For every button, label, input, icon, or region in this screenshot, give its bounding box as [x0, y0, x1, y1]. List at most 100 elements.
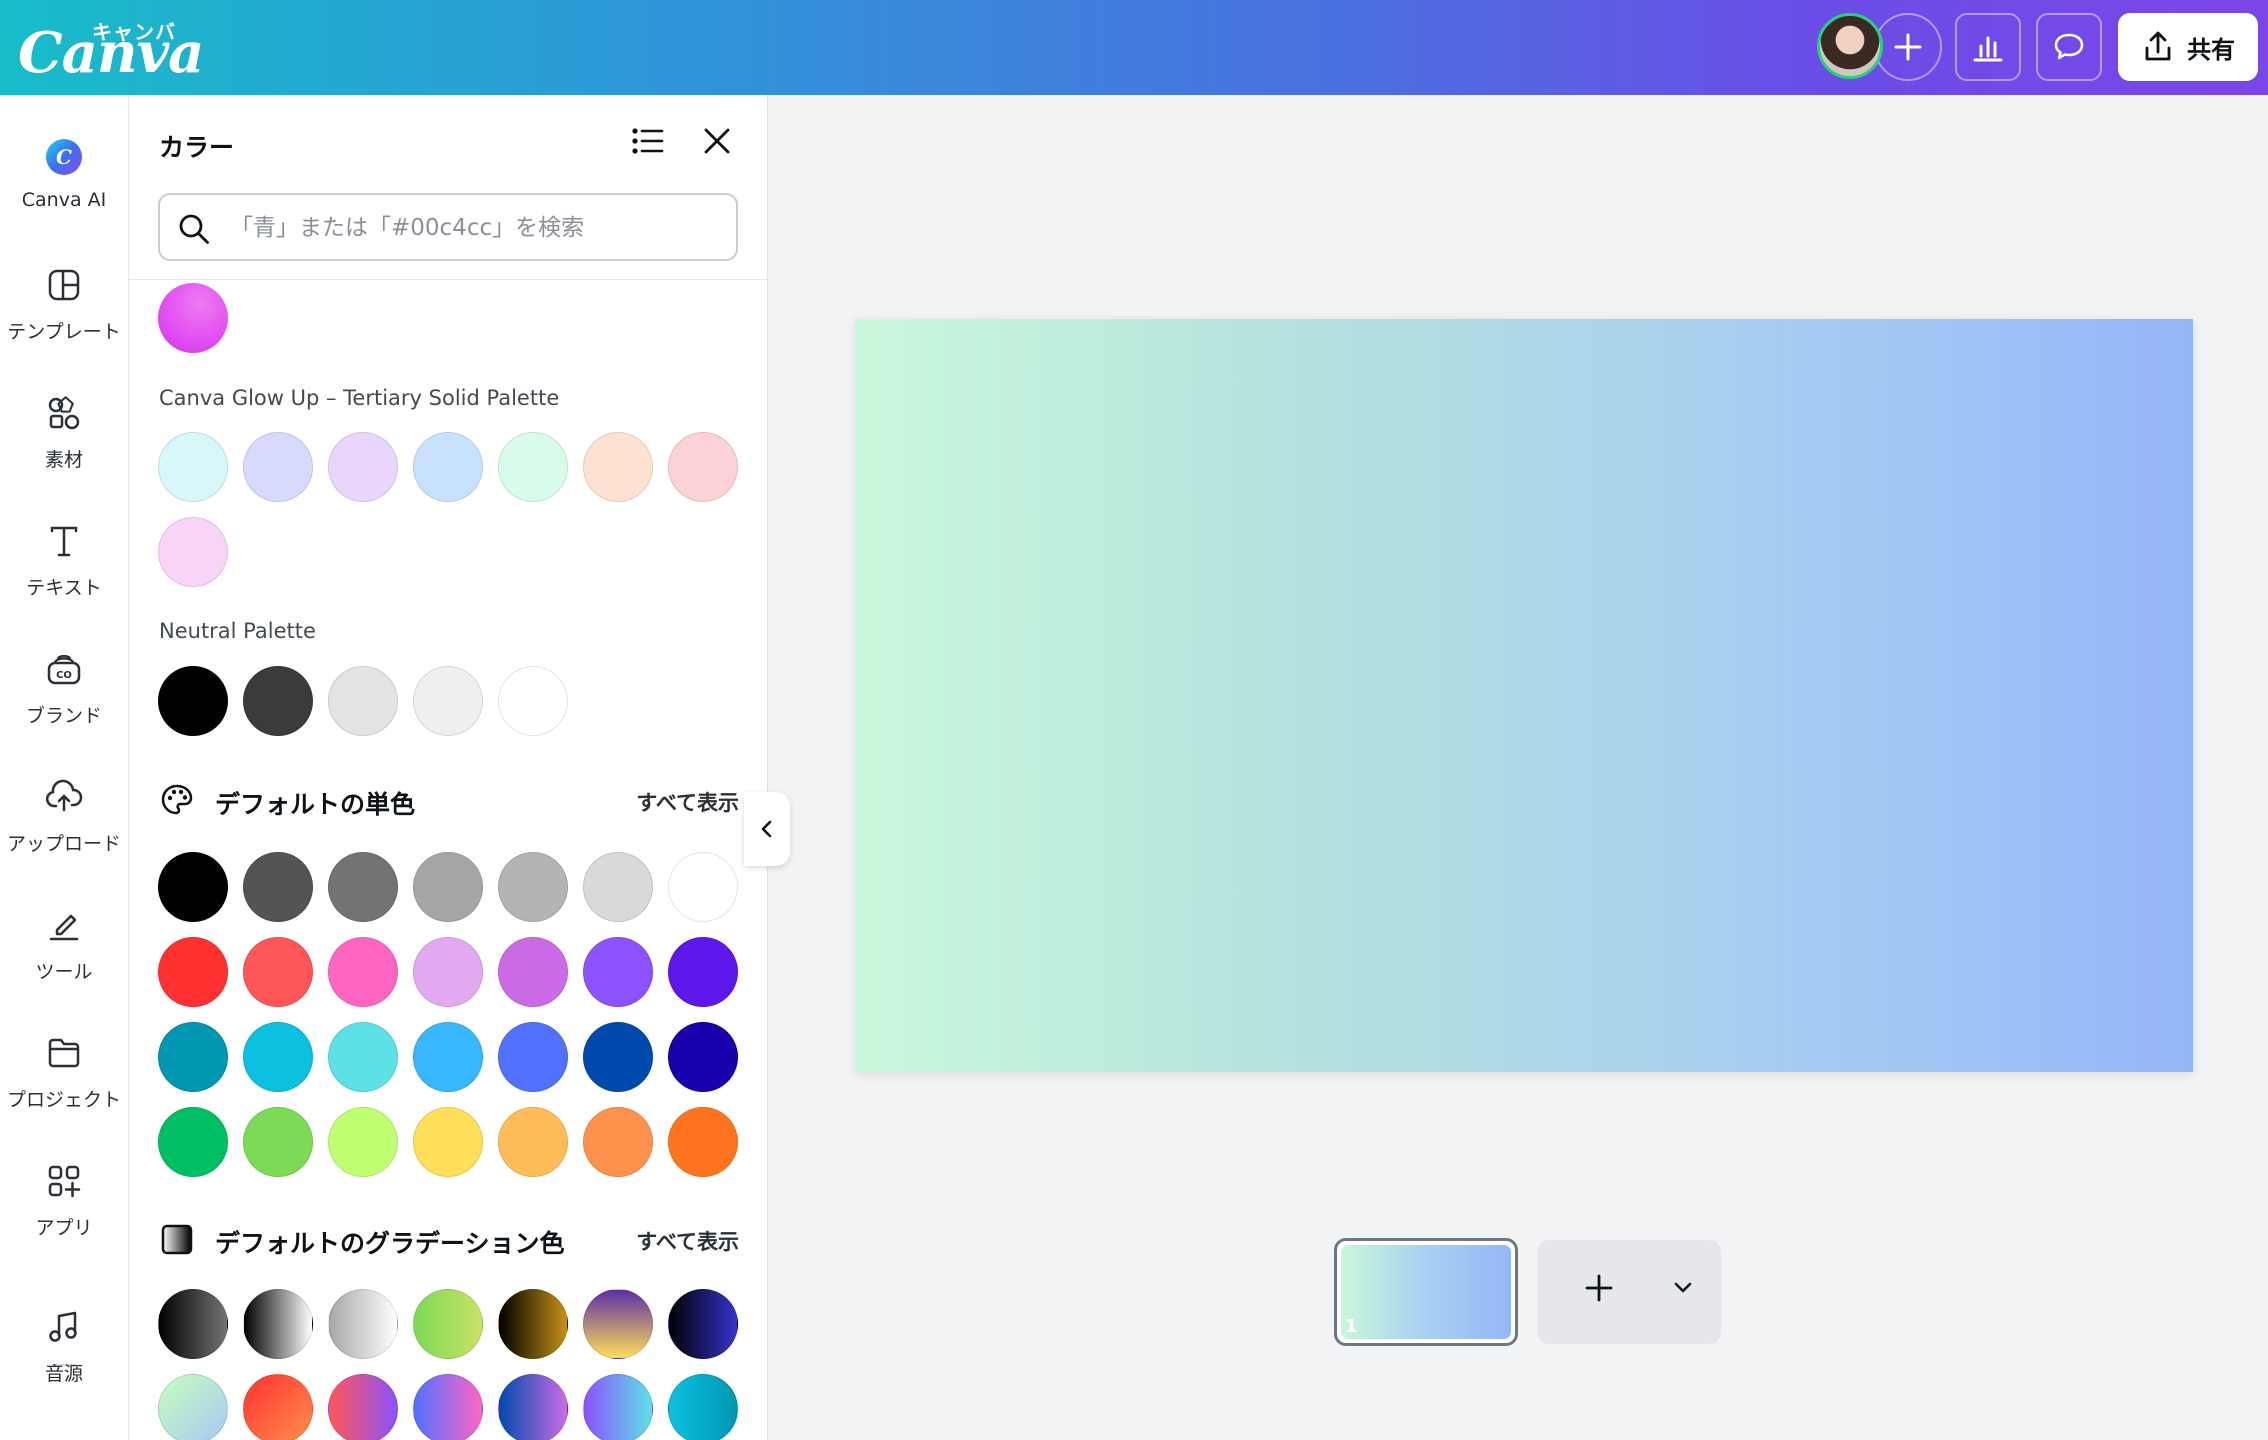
color-swatch[interactable]	[328, 1022, 398, 1092]
color-swatch[interactable]	[328, 666, 398, 736]
sidebar-item-text[interactable]: テキスト	[0, 509, 128, 619]
color-swatch[interactable]	[498, 432, 568, 502]
color-swatch[interactable]	[158, 517, 228, 587]
color-swatch[interactable]	[328, 852, 398, 922]
color-swatch[interactable]	[328, 1107, 398, 1177]
upload-icon	[42, 775, 86, 819]
color-search	[158, 193, 738, 261]
sidebar-item-projects[interactable]: プロジェクト	[0, 1021, 128, 1131]
color-swatch[interactable]	[158, 852, 228, 922]
color-swatch[interactable]	[583, 1022, 653, 1092]
close-icon	[704, 128, 730, 154]
list-icon	[632, 128, 664, 154]
gradient-swatch[interactable]	[243, 1374, 313, 1440]
see-all-solid-link[interactable]: すべて表示	[636, 787, 739, 817]
sidebar-item-canva-ai[interactable]: C Canva AI	[0, 125, 128, 235]
color-swatch[interactable]	[668, 1022, 738, 1092]
color-swatch[interactable]	[243, 666, 313, 736]
color-swatch[interactable]	[243, 852, 313, 922]
sidebar-item-templates[interactable]: テンプレート	[0, 253, 128, 363]
color-swatch[interactable]	[158, 1022, 228, 1092]
add-collaborator-button[interactable]	[1874, 13, 1942, 81]
sidebar-item-elements[interactable]: 素材	[0, 381, 128, 491]
default-gradient-title: デフォルトのグラデーション色	[215, 1229, 565, 1258]
close-panel-button[interactable]	[699, 123, 735, 163]
color-swatch[interactable]	[243, 432, 313, 502]
design-canvas[interactable]	[855, 319, 2193, 1072]
color-swatch[interactable]	[498, 937, 568, 1007]
tertiary-palette-title: Canva Glow Up – Tertiary Solid Palette	[159, 386, 560, 410]
chevron-down-icon[interactable]	[1671, 1276, 1695, 1300]
color-swatch[interactable]	[413, 1107, 483, 1177]
color-swatch[interactable]	[413, 852, 483, 922]
gradient-swatch[interactable]	[498, 1374, 568, 1440]
color-swatch[interactable]	[158, 283, 228, 353]
sidebar-item-uploads[interactable]: アップロード	[0, 765, 128, 875]
sidebar-item-label: 素材	[44, 449, 83, 471]
sidebar-item-tools[interactable]: ツール	[0, 893, 128, 1003]
sidebar-item-brand[interactable]: CO ブランド	[0, 637, 128, 747]
collapse-panel-button[interactable]	[744, 792, 790, 866]
gradient-swatch[interactable]	[668, 1374, 738, 1440]
sidebar-item-label: ブランド	[25, 705, 102, 727]
add-page-plus-icon[interactable]	[1581, 1270, 1617, 1306]
see-all-gradient-link[interactable]: すべて表示	[636, 1226, 739, 1256]
share-label: 共有	[2187, 35, 2235, 64]
color-swatch[interactable]	[413, 937, 483, 1007]
avatar[interactable]	[1817, 13, 1883, 79]
color-swatch[interactable]	[668, 1107, 738, 1177]
gradient-swatch[interactable]	[583, 1289, 653, 1359]
color-swatch[interactable]	[158, 1107, 228, 1177]
canva-logo[interactable]: キャンバ Canva	[18, 10, 204, 86]
color-swatch[interactable]	[413, 1022, 483, 1092]
color-swatch[interactable]	[158, 432, 228, 502]
sidebar-item-label: アップロード	[6, 833, 121, 855]
default-solid-title: デフォルトの単色	[215, 790, 416, 819]
color-swatch[interactable]	[583, 1107, 653, 1177]
color-swatch[interactable]	[668, 937, 738, 1007]
share-button[interactable]: 共有	[2118, 13, 2258, 81]
gradient-swatch[interactable]	[243, 1289, 313, 1359]
gradient-swatch[interactable]	[668, 1289, 738, 1359]
gradient-swatch[interactable]	[413, 1289, 483, 1359]
color-swatch[interactable]	[668, 432, 738, 502]
color-swatch[interactable]	[328, 937, 398, 1007]
color-swatch[interactable]	[243, 1022, 313, 1092]
sidebar-item-apps[interactable]: アプリ	[0, 1149, 128, 1259]
gradient-swatch[interactable]	[328, 1374, 398, 1440]
color-swatch[interactable]	[413, 666, 483, 736]
color-swatch[interactable]	[668, 852, 738, 922]
color-swatch[interactable]	[243, 1107, 313, 1177]
list-view-button[interactable]	[629, 123, 665, 163]
color-swatch[interactable]	[413, 432, 483, 502]
color-swatch[interactable]	[498, 666, 568, 736]
color-swatch[interactable]	[158, 666, 228, 736]
gradient-swatch[interactable]	[158, 1289, 228, 1359]
gradient-swatch[interactable]	[413, 1374, 483, 1440]
gradient-swatch[interactable]	[498, 1289, 568, 1359]
color-swatch[interactable]	[498, 1107, 568, 1177]
color-swatch[interactable]	[583, 852, 653, 922]
color-swatch[interactable]	[158, 937, 228, 1007]
color-swatch[interactable]	[583, 937, 653, 1007]
color-swatch[interactable]	[583, 432, 653, 502]
color-swatch[interactable]	[498, 1022, 568, 1092]
sidebar-item-audio[interactable]: 音源	[0, 1295, 128, 1405]
plus-icon	[1894, 33, 1922, 61]
projects-icon	[42, 1031, 86, 1075]
bar-chart-icon	[1973, 36, 2003, 62]
gradient-swatch[interactable]	[583, 1374, 653, 1440]
color-swatch[interactable]	[328, 432, 398, 502]
color-search-input[interactable]	[228, 195, 732, 261]
gradient-swatch[interactable]	[158, 1374, 228, 1440]
page-number: 1	[1345, 1316, 1358, 1337]
gradient-swatch[interactable]	[328, 1289, 398, 1359]
top-bar: キャンバ Canva 共有	[0, 0, 2268, 95]
comments-button[interactable]	[2036, 13, 2102, 81]
color-swatch[interactable]	[243, 937, 313, 1007]
insights-button[interactable]	[1955, 13, 2021, 81]
brand-icon: CO	[42, 647, 86, 691]
sidebar-item-label: テキスト	[26, 577, 102, 599]
color-swatch[interactable]	[498, 852, 568, 922]
page-thumbnail[interactable]: 1	[1334, 1238, 1518, 1346]
